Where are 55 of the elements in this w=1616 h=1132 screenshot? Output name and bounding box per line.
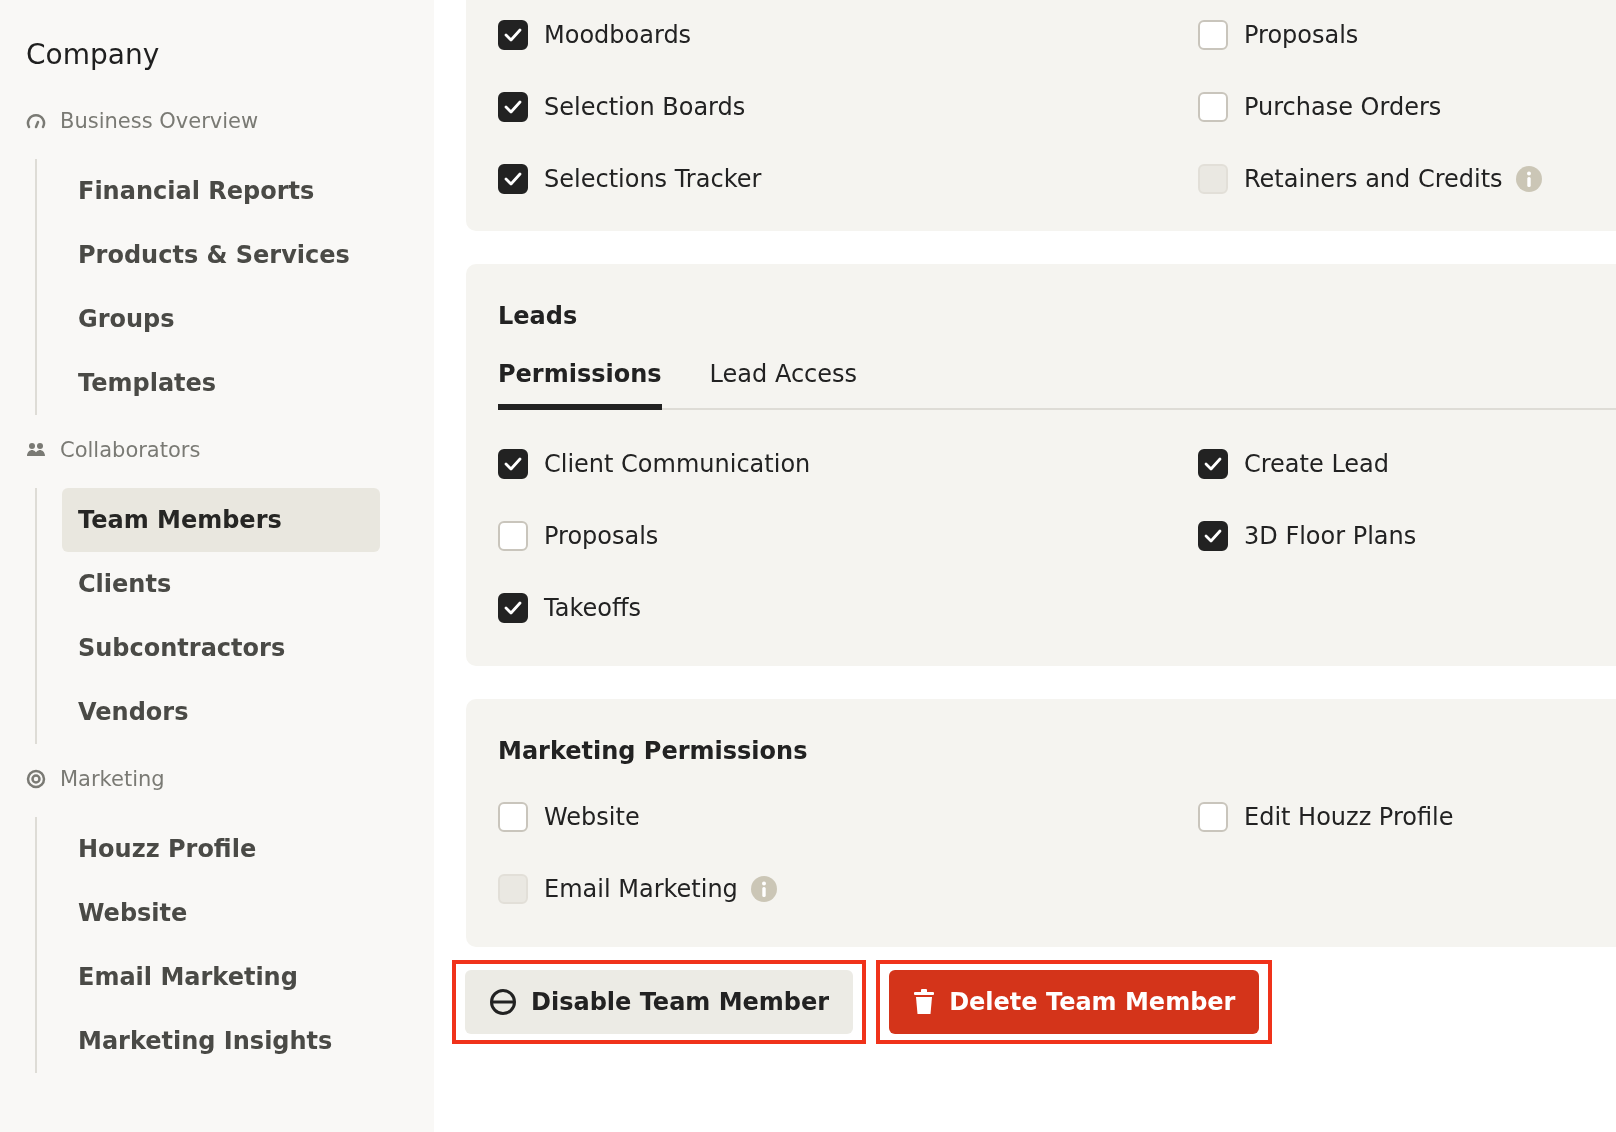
checkbox-label: Website	[544, 803, 640, 831]
sidebar-item[interactable]: Team Members	[62, 488, 380, 552]
sidebar-item[interactable]: Email Marketing	[62, 945, 380, 1009]
people-icon	[26, 441, 46, 459]
checkmark-icon	[504, 172, 522, 186]
sidebar-item[interactable]: Marketing Insights	[62, 1009, 380, 1073]
checkmark-icon	[504, 457, 522, 471]
checkbox-label: Moodboards	[544, 21, 692, 49]
checkbox[interactable]	[498, 593, 528, 623]
checkbox[interactable]	[498, 164, 528, 194]
checkbox[interactable]	[1198, 449, 1228, 479]
checkbox-label: Selections Tracker	[544, 165, 762, 193]
card-title: Marketing Permissions	[498, 737, 809, 765]
sidebar-item[interactable]: Houzz Profile	[62, 817, 380, 881]
prohibited-icon	[489, 988, 517, 1016]
checkbox[interactable]	[498, 20, 528, 50]
trash-icon	[913, 989, 936, 1015]
checkbox[interactable]	[498, 92, 528, 122]
gauge-icon	[26, 112, 46, 130]
sidebar-item[interactable]: Templates	[62, 351, 380, 415]
card-title: Leads	[498, 302, 579, 330]
sidebar-item[interactable]: Products & Services	[62, 223, 380, 287]
tab[interactable]: Permissions	[498, 360, 662, 410]
sidebar-item[interactable]: Clients	[62, 552, 380, 616]
sidebar-item[interactable]: Vendors	[62, 680, 380, 744]
checkbox[interactable]	[1198, 521, 1228, 551]
checkmark-icon	[504, 28, 522, 42]
sidebar-item[interactable]: Website	[62, 881, 380, 945]
checkbox-label: Proposals	[1244, 21, 1359, 49]
checkbox-label: Client Communication	[544, 450, 811, 478]
checkmark-icon	[504, 100, 522, 114]
section-heading: Marketing	[60, 767, 165, 791]
checkbox-label: Proposals	[544, 522, 659, 550]
checkbox-label: Selection Boards	[544, 93, 746, 121]
sidebar-item[interactable]: Financial Reports	[62, 159, 380, 223]
tab[interactable]: Lead Access	[709, 360, 858, 410]
section-heading: Business Overview	[60, 109, 259, 133]
section-heading: Collaborators	[60, 438, 201, 462]
checkbox-label: Edit Houzz Profile	[1244, 803, 1454, 831]
checkbox[interactable]	[498, 449, 528, 479]
delete-button[interactable]: Delete Team Member	[889, 970, 1260, 1034]
checkbox-label: Create Lead	[1244, 450, 1390, 478]
checkbox-label: Purchase Orders	[1244, 93, 1442, 121]
sidebar-title: Company	[26, 38, 161, 71]
checkmark-icon	[504, 601, 522, 615]
checkbox-label: Email Marketing	[544, 875, 738, 903]
checkmark-icon	[1204, 457, 1222, 471]
checkbox-label: Takeoffs	[544, 594, 641, 622]
checkbox-label: 3D Floor Plans	[1244, 522, 1417, 550]
disable-button[interactable]: Disable Team Member	[465, 970, 854, 1034]
target-icon	[26, 769, 46, 789]
sidebar-item[interactable]: Subcontractors	[62, 616, 380, 680]
checkmark-icon	[1204, 529, 1222, 543]
checkbox-label: Retainers and Credits	[1244, 165, 1503, 193]
sidebar-item[interactable]: Groups	[62, 287, 380, 351]
